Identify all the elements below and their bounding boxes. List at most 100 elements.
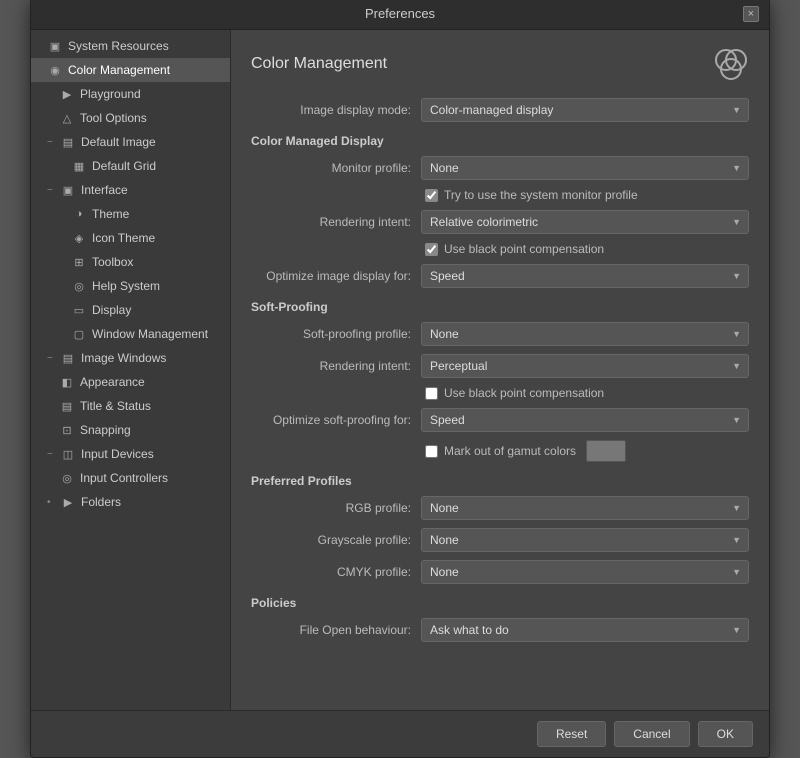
- imgwindow-icon: ▤: [60, 350, 76, 366]
- sidebar-item-theme[interactable]: ◑ Theme: [31, 202, 230, 226]
- sidebar-item-label: Window Management: [92, 327, 208, 341]
- grayscale-profile-select-wrapper: None: [421, 528, 749, 552]
- grayscale-profile-select[interactable]: None: [421, 528, 749, 552]
- sp-rendering-intent-select[interactable]: Perceptual: [421, 354, 749, 378]
- system-monitor-label[interactable]: Try to use the system monitor profile: [425, 188, 638, 202]
- reset-button[interactable]: Reset: [537, 721, 606, 747]
- sidebar-item-default-image[interactable]: − ▤ Default Image: [31, 130, 230, 154]
- policies-header: Policies: [251, 596, 749, 610]
- sidebar-item-label: System Resources: [68, 39, 169, 53]
- tools-icon: △: [59, 110, 75, 126]
- system-monitor-checkbox[interactable]: [425, 189, 438, 202]
- color-management-icon: [713, 46, 749, 82]
- help-icon: ◎: [71, 278, 87, 294]
- monitor-icon: ▣: [47, 38, 63, 54]
- file-open-select-wrapper: Ask what to do: [421, 618, 749, 642]
- rgb-profile-row: RGB profile: None: [251, 496, 749, 520]
- optimize-sp-select-wrapper: Speed: [421, 408, 749, 432]
- rgb-profile-select[interactable]: None: [421, 496, 749, 520]
- dialog-titlebar: Preferences ×: [31, 0, 769, 30]
- sidebar-item-image-windows[interactable]: − ▤ Image Windows: [31, 346, 230, 370]
- cmyk-profile-select-wrapper: None: [421, 560, 749, 584]
- grayscale-profile-label: Grayscale profile:: [251, 533, 421, 547]
- optimize-display-select[interactable]: Speed: [421, 264, 749, 288]
- sidebar-item-folders[interactable]: • ▶ Folders: [31, 490, 230, 514]
- collapse-icon: −: [47, 185, 57, 196]
- black-point-label[interactable]: Use black point compensation: [425, 242, 604, 256]
- sidebar-item-help-system[interactable]: ◎ Help System: [31, 274, 230, 298]
- controller-icon: ◎: [59, 470, 75, 486]
- sidebar-item-input-devices[interactable]: − ◫ Input Devices: [31, 442, 230, 466]
- sidebar-item-label: Input Controllers: [80, 471, 168, 485]
- rendering-intent-row: Rendering intent: Relative colorimetric: [251, 210, 749, 234]
- preferences-dialog: Preferences × ▣ System Resources ◉ Color…: [30, 0, 770, 758]
- sidebar-item-label: Display: [92, 303, 131, 317]
- soft-proofing-profile-label: Soft-proofing profile:: [251, 327, 421, 341]
- cancel-button[interactable]: Cancel: [614, 721, 689, 747]
- monitor-profile-row: Monitor profile: None: [251, 156, 749, 180]
- image-display-mode-label: Image display mode:: [251, 103, 421, 117]
- image-display-mode-select-wrapper: Color-managed display: [421, 98, 749, 122]
- gamut-color-swatch[interactable]: [586, 440, 626, 462]
- display-icon: ▭: [71, 302, 87, 318]
- dialog-footer: Reset Cancel OK: [31, 710, 769, 757]
- image-icon: ▤: [60, 134, 76, 150]
- sidebar-item-title-status[interactable]: ▤ Title & Status: [31, 394, 230, 418]
- gamut-checkbox[interactable]: [425, 445, 438, 458]
- sp-black-point-checkbox[interactable]: [425, 387, 438, 400]
- sp-rendering-intent-row: Rendering intent: Perceptual: [251, 354, 749, 378]
- sidebar-item-label: Interface: [81, 183, 128, 197]
- sidebar-item-interface[interactable]: − ▣ Interface: [31, 178, 230, 202]
- system-monitor-row: Try to use the system monitor profile: [251, 188, 749, 202]
- soft-proofing-header: Soft-Proofing: [251, 300, 749, 314]
- sidebar-item-snapping[interactable]: ⊡ Snapping: [31, 418, 230, 442]
- optimize-sp-select[interactable]: Speed: [421, 408, 749, 432]
- optimize-sp-label: Optimize soft-proofing for:: [251, 413, 421, 427]
- sidebar-item-tool-options[interactable]: △ Tool Options: [31, 106, 230, 130]
- sidebar-item-appearance[interactable]: ◧ Appearance: [31, 370, 230, 394]
- sidebar-item-input-controllers[interactable]: ◎ Input Controllers: [31, 466, 230, 490]
- sidebar-item-display[interactable]: ▭ Display: [31, 298, 230, 322]
- sidebar-item-system-resources[interactable]: ▣ System Resources: [31, 34, 230, 58]
- dialog-title: Preferences: [365, 6, 435, 21]
- black-point-row: Use black point compensation: [251, 242, 749, 256]
- cmyk-profile-label: CMYK profile:: [251, 565, 421, 579]
- rendering-intent-select-wrapper: Relative colorimetric: [421, 210, 749, 234]
- ok-button[interactable]: OK: [698, 721, 753, 747]
- rendering-intent-label: Rendering intent:: [251, 215, 421, 229]
- rgb-profile-label: RGB profile:: [251, 501, 421, 515]
- sidebar-item-toolbox[interactable]: ⊞ Toolbox: [31, 250, 230, 274]
- rendering-intent-select[interactable]: Relative colorimetric: [421, 210, 749, 234]
- color-managed-display-header: Color Managed Display: [251, 134, 749, 148]
- soft-proofing-profile-select[interactable]: None: [421, 322, 749, 346]
- sidebar-item-label: Default Grid: [92, 159, 156, 173]
- sidebar-item-label: Theme: [92, 207, 129, 221]
- page-title: Color Management: [251, 55, 387, 73]
- close-button[interactable]: ×: [743, 6, 759, 22]
- sp-black-point-label[interactable]: Use black point compensation: [425, 386, 604, 400]
- image-display-mode-select[interactable]: Color-managed display: [421, 98, 749, 122]
- sidebar-item-icon-theme[interactable]: ◈ Icon Theme: [31, 226, 230, 250]
- file-open-select[interactable]: Ask what to do: [421, 618, 749, 642]
- black-point-checkbox[interactable]: [425, 243, 438, 256]
- gamut-label[interactable]: Mark out of gamut colors: [425, 444, 576, 458]
- optimize-display-select-wrapper: Speed: [421, 264, 749, 288]
- sidebar-item-label: Default Image: [81, 135, 156, 149]
- rgb-profile-select-wrapper: None: [421, 496, 749, 520]
- file-open-label: File Open behaviour:: [251, 623, 421, 637]
- optimize-sp-row: Optimize soft-proofing for: Speed: [251, 408, 749, 432]
- sidebar-item-label: Title & Status: [80, 399, 151, 413]
- collapse-icon: −: [47, 449, 57, 460]
- title-icon: ▤: [59, 398, 75, 414]
- appearance-icon: ◧: [59, 374, 75, 390]
- sidebar-item-label: Toolbox: [92, 255, 133, 269]
- sidebar-item-default-grid[interactable]: ▦ Default Grid: [31, 154, 230, 178]
- sidebar-item-label: Help System: [92, 279, 160, 293]
- sidebar-item-window-management[interactable]: ▢ Window Management: [31, 322, 230, 346]
- cmyk-profile-select[interactable]: None: [421, 560, 749, 584]
- monitor-profile-select[interactable]: None: [421, 156, 749, 180]
- sidebar-item-color-management[interactable]: ◉ Color Management: [31, 58, 230, 82]
- snap-icon: ⊡: [59, 422, 75, 438]
- sidebar-item-playground[interactable]: ▶ Playground: [31, 82, 230, 106]
- collapse-icon: −: [47, 353, 57, 364]
